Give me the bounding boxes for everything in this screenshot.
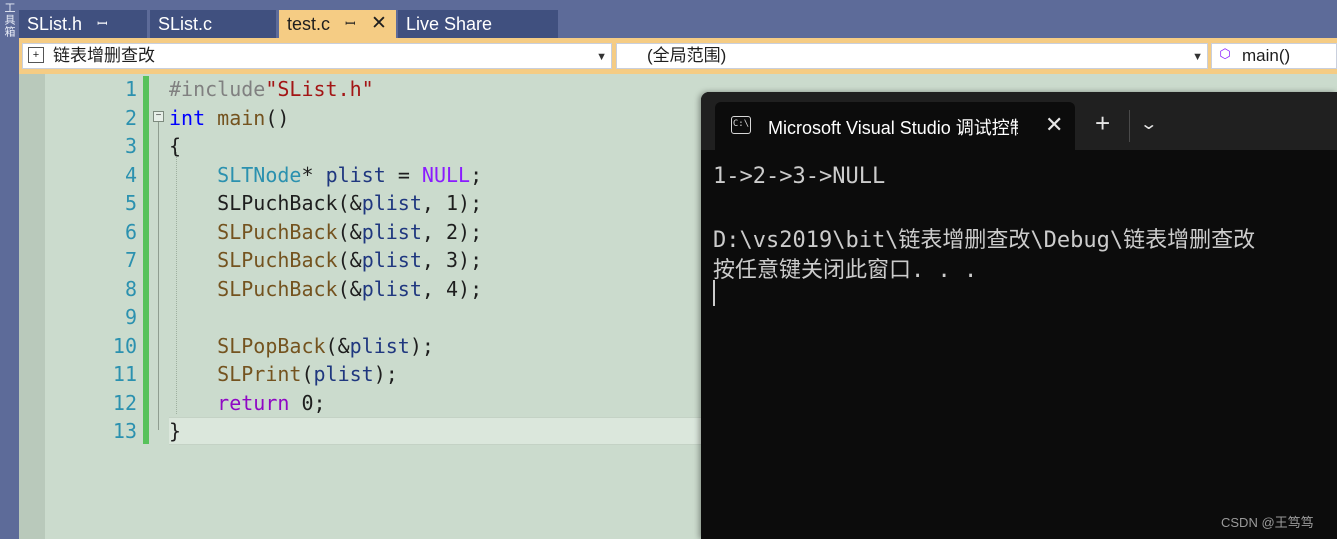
console-title-bar[interactable]: C:\ Microsoft Visual Studio 调试控制台 ✕ + ⌄ <box>701 92 1337 150</box>
text-cursor <box>713 280 715 306</box>
toolbox-label[interactable]: 工具箱 <box>1 2 17 38</box>
member-label: main() <box>1242 46 1291 65</box>
tab-label: Live Share <box>406 14 493 34</box>
line-number: 6 <box>124 220 137 244</box>
code-line-13: } <box>169 419 182 443</box>
document-tab-bar: SList.h ꟷ SList.c test.c ꟷ ✕ Live Share <box>19 0 1337 38</box>
line-number: 12 <box>112 391 137 415</box>
project-dropdown[interactable]: + 链表增删查改 ▼ <box>22 43 612 69</box>
scope-dropdown[interactable]: (全局范围) ▼ <box>616 43 1208 69</box>
code-line-5: SLPuchBack(&plist, 1); <box>217 191 483 215</box>
project-label: 链表增删查改 <box>53 46 155 65</box>
line-number: 9 <box>124 305 137 329</box>
new-tab-plus-icon[interactable]: + <box>1095 110 1110 136</box>
line-number: 4 <box>124 163 137 187</box>
tab-label: SList.h <box>27 14 83 34</box>
title-separator <box>1129 110 1130 142</box>
chevron-down-icon[interactable]: ⌄ <box>1139 114 1158 134</box>
code-line-1: #include"SList.h" <box>169 77 374 101</box>
console-output-line: D:\vs2019\bit\链表增删查改\Debug\链表增删查改 <box>713 228 1256 253</box>
indicator-margin <box>19 74 45 539</box>
tab-slist-c[interactable]: SList.c <box>150 10 276 38</box>
member-dropdown[interactable]: ⬡ main() <box>1211 43 1337 69</box>
left-tool-strip[interactable]: 工具箱 <box>0 0 19 539</box>
chevron-down-icon[interactable]: ▼ <box>1192 45 1203 69</box>
line-number: 3 <box>124 134 137 158</box>
line-number: 7 <box>124 248 137 272</box>
line-number: 5 <box>124 191 137 215</box>
code-line-8: SLPuchBack(&plist, 4); <box>217 277 483 301</box>
pin-icon[interactable]: ꟷ <box>345 10 356 38</box>
line-number-gutter: 1 2 3 4 5 6 7 8 9 10 11 12 13 <box>45 74 143 539</box>
code-text[interactable]: #include"SList.h" int main() { SLTNode* … <box>169 74 729 539</box>
tab-test-c[interactable]: test.c ꟷ ✕ <box>279 10 396 38</box>
terminal-icon: C:\ <box>731 116 751 134</box>
code-line-2: int main() <box>169 106 290 130</box>
line-number: 8 <box>124 277 137 301</box>
console-output-line: 按任意键关闭此窗口. . . <box>713 258 978 283</box>
code-line-12: return 0; <box>217 391 326 415</box>
cube-icon: ⬡ <box>1217 47 1233 63</box>
code-line-7: SLPuchBack(&plist, 3); <box>217 248 483 272</box>
line-number: 11 <box>112 362 137 386</box>
change-tracking-bar <box>143 76 149 444</box>
code-line-3: { <box>169 134 182 158</box>
tab-live-share[interactable]: Live Share <box>398 10 558 38</box>
console-output-line: 1->2->3->NULL <box>713 164 886 189</box>
watermark: CSDN @王笃笃 <box>1221 515 1314 530</box>
debug-console-window[interactable]: C:\ Microsoft Visual Studio 调试控制台 ✕ + ⌄ … <box>701 92 1337 539</box>
line-number: 13 <box>112 419 137 443</box>
code-line-11: SLPrint(plist); <box>217 362 398 386</box>
console-tab[interactable]: C:\ Microsoft Visual Studio 调试控制台 ✕ <box>715 102 1075 150</box>
outline-line <box>158 122 159 430</box>
chevron-down-icon[interactable]: ▼ <box>596 45 607 69</box>
code-line-10: SLPopBack(&plist); <box>217 334 434 358</box>
tab-label: test.c <box>287 14 331 34</box>
close-icon[interactable]: ✕ <box>371 10 387 38</box>
line-number: 10 <box>112 334 137 358</box>
line-number: 2 <box>124 106 137 130</box>
collapse-icon[interactable]: − <box>153 111 164 122</box>
pin-icon[interactable]: ꟷ <box>97 10 108 38</box>
code-line-4: SLTNode* plist = NULL; <box>217 163 483 187</box>
code-line-6: SLPuchBack(&plist, 2); <box>217 220 483 244</box>
line-number: 1 <box>124 77 137 101</box>
close-icon[interactable]: ✕ <box>1045 112 1063 138</box>
scope-label: (全局范围) <box>647 46 727 65</box>
console-title: Microsoft Visual Studio 调试控制台 <box>768 118 1018 138</box>
navigation-bar: + 链表增删查改 ▼ (全局范围) ▼ ⬡ main() <box>19 38 1337 74</box>
tab-slist-h[interactable]: SList.h ꟷ <box>19 10 147 38</box>
tab-label: SList.c <box>158 14 213 34</box>
project-icon: + <box>28 47 44 63</box>
